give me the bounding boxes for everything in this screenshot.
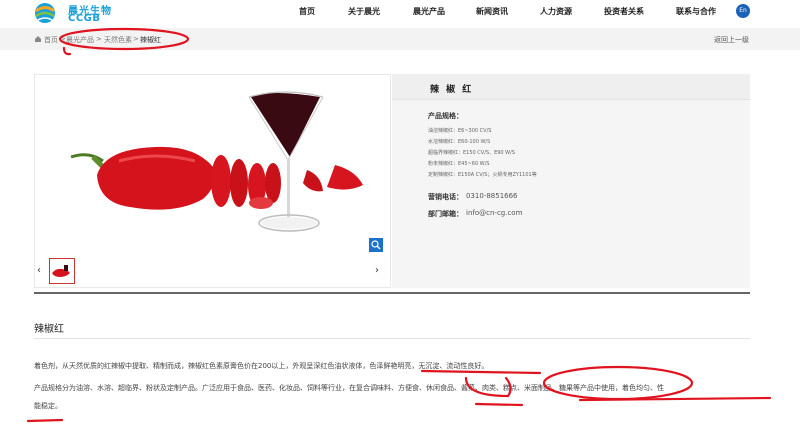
spec-item: 油溶辣椒红：E6~300 CV/S: [428, 128, 492, 134]
home-icon: [35, 36, 41, 42]
breadcrumb-separator: >: [133, 35, 139, 43]
chevron-right-icon[interactable]: ›: [375, 265, 379, 276]
product-info-panel: 辣 椒 红 产品规格： 油溶辣椒红：E6~300 CV/S 水溶辣椒红：E60-…: [392, 74, 750, 288]
email-value[interactable]: info@cn-cg.com: [466, 209, 522, 217]
spec-item: 水溶辣椒红：E60-100 W/S: [428, 139, 491, 145]
product-title-bar: 辣 椒 红: [392, 74, 750, 100]
main-nav: 首页 关于晨光 晨光产品 新闻资讯 人力资源 投资者关系 联系与合作: [0, 0, 800, 26]
breadcrumb-separator: >: [60, 35, 66, 43]
product-gallery: ‹ ›: [34, 74, 391, 288]
breadcrumb-products[interactable]: 晨光产品: [66, 35, 94, 45]
product-title: 辣 椒 红: [430, 85, 474, 95]
phone-label: 营销电话：: [428, 193, 463, 201]
spec-item: 粉末辣椒红：E45~60 W/S: [428, 161, 490, 167]
spec-item: 定制辣椒红：E150A CV/S；火锅专用ZY1101等: [428, 172, 537, 178]
zoom-in-icon[interactable]: [369, 238, 383, 252]
spec-item: 超临界辣椒红：E150 CV/S、E90 W/S: [428, 150, 515, 156]
annotation-underline: [420, 369, 542, 375]
annotation-underline: [474, 402, 524, 407]
breadcrumb-natural-pigments[interactable]: 天然色素: [104, 35, 132, 45]
site-header: 晨光生物 CCGB 首页 关于晨光 晨光产品 新闻资讯 人力资源 投资者关系 联…: [0, 0, 800, 26]
nav-item-about[interactable]: 关于晨光: [348, 6, 380, 17]
chevron-left-icon[interactable]: ‹: [37, 265, 41, 276]
description-paragraph: 产品规格分为油溶、水溶、超临界、粉状及定制产品。广泛应用于食品、医药、化妆品、饲…: [34, 384, 664, 392]
back-link[interactable]: 返回上一级: [714, 35, 749, 45]
breadcrumb: 首页 > 晨光产品 > 天然色素 > 辣椒红 返回上一级: [0, 28, 800, 50]
phone-value[interactable]: 0310-8851666: [466, 192, 518, 200]
breadcrumb-current: 辣椒红: [140, 36, 161, 44]
product-photo[interactable]: [35, 75, 392, 255]
language-switch-button[interactable]: En: [736, 4, 750, 18]
thumbnail-image: [52, 265, 70, 277]
email-label: 部门邮箱：: [428, 210, 463, 218]
description-paragraph: 着色剂，从天然优质的红辣椒中提取、精制而成，辣椒红色素原膏色价在200以上，外观…: [34, 362, 489, 370]
nav-item-products[interactable]: 晨光产品: [413, 6, 445, 17]
breadcrumb-home[interactable]: 首页: [44, 35, 58, 45]
section-divider: [34, 292, 750, 294]
nav-item-hr[interactable]: 人力资源: [540, 6, 572, 17]
annotation-underline: [26, 418, 64, 423]
breadcrumb-separator: >: [96, 35, 102, 43]
description-rule: [34, 338, 750, 339]
description-paragraph: 能稳定。: [34, 402, 62, 410]
nav-item-investors[interactable]: 投资者关系: [604, 6, 644, 17]
description-title: 辣椒红: [34, 324, 64, 335]
nav-item-contact[interactable]: 联系与合作: [676, 6, 716, 17]
gallery-thumbnail[interactable]: [49, 258, 75, 284]
nav-item-home[interactable]: 首页: [299, 6, 315, 17]
spec-heading: 产品规格：: [428, 112, 463, 120]
annotation-underline: [578, 396, 772, 402]
nav-item-news[interactable]: 新闻资讯: [476, 6, 508, 17]
